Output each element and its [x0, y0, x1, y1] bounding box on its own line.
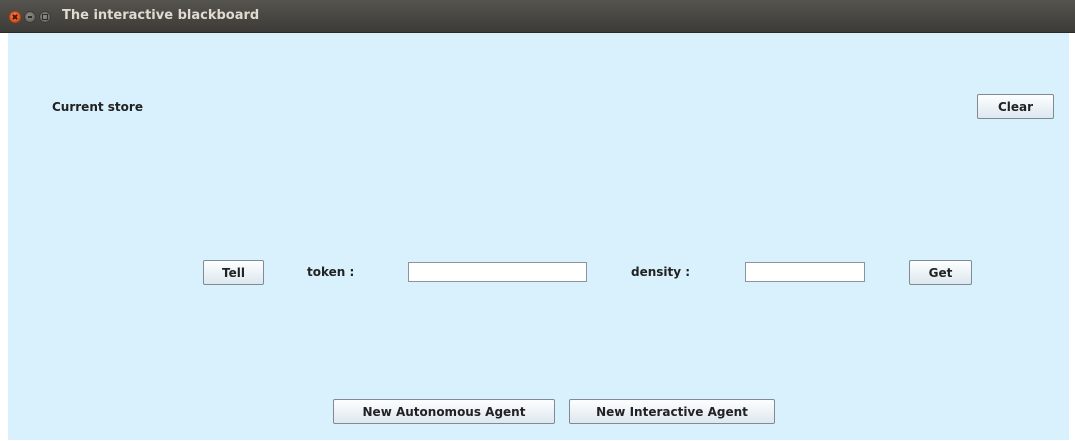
title-bar[interactable]: The interactive blackboard — [0, 0, 1075, 33]
window-title: The interactive blackboard — [62, 8, 260, 23]
token-input[interactable] — [408, 262, 587, 282]
minimize-icon[interactable] — [24, 11, 36, 23]
blackboard-panel: Current store Clear Tell token : density… — [0, 33, 1075, 441]
maximize-icon[interactable] — [39, 11, 51, 23]
current-store-label: Current store — [52, 100, 143, 114]
app-window: The interactive blackboard Current store… — [0, 0, 1075, 441]
clear-button[interactable]: Clear — [977, 94, 1054, 119]
tell-button[interactable]: Tell — [203, 260, 264, 285]
get-button[interactable]: Get — [909, 260, 972, 285]
new-interactive-agent-button[interactable]: New Interactive Agent — [569, 399, 775, 424]
density-input[interactable] — [745, 262, 865, 282]
new-autonomous-agent-button[interactable]: New Autonomous Agent — [333, 399, 555, 424]
token-label: token : — [307, 265, 355, 279]
close-icon[interactable] — [9, 11, 21, 23]
density-label: density : — [631, 265, 691, 279]
